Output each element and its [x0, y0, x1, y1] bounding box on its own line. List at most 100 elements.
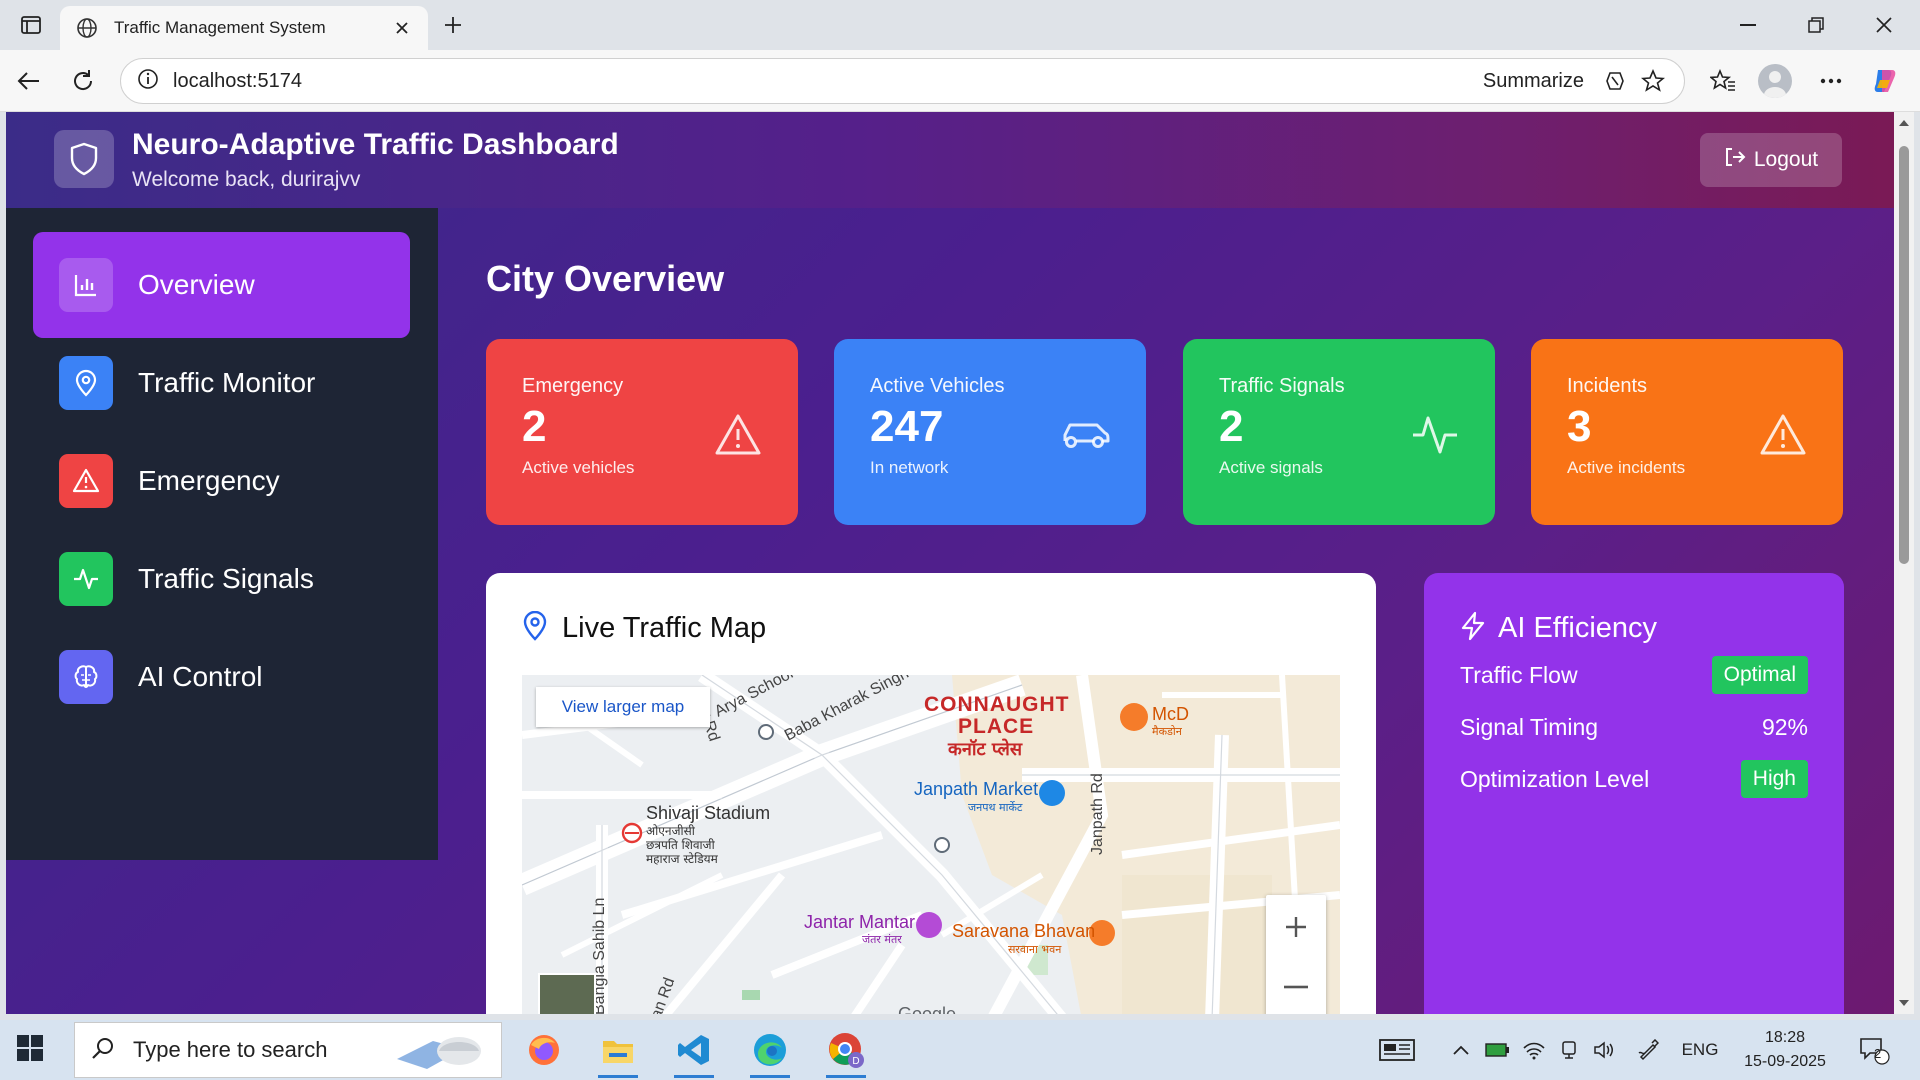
- map-header: Live Traffic Map: [522, 610, 767, 646]
- logout-icon: [1724, 146, 1746, 174]
- copilot-icon[interactable]: [1868, 64, 1902, 98]
- sidebar-item-ai-control[interactable]: AI Control: [33, 624, 410, 730]
- page-scrollbar[interactable]: [1894, 112, 1914, 1014]
- profile-avatar-icon[interactable]: [1758, 64, 1792, 98]
- ai-row-signal-timing: Signal Timing 92%: [1460, 707, 1808, 747]
- dashboard-page: Neuro-Adaptive Traffic Dashboard Welcome…: [6, 112, 1894, 1014]
- stat-card-traffic-signals[interactable]: Traffic Signals 2 Active signals: [1183, 339, 1495, 525]
- bar-chart-icon: [59, 258, 113, 312]
- stat-card-active-vehicles[interactable]: Active Vehicles 247 In network: [834, 339, 1146, 525]
- restore-icon[interactable]: [1796, 8, 1836, 42]
- map-label-janpath-rd: Janpath Rd: [1089, 773, 1106, 855]
- search-placeholder: Type here to search: [133, 1037, 328, 1062]
- vscode-icon[interactable]: [664, 1026, 724, 1078]
- scroll-up-icon[interactable]: [1898, 118, 1910, 128]
- browser-tab[interactable]: Traffic Management System: [60, 6, 428, 50]
- stat-subtext: In network: [870, 458, 949, 477]
- stat-label: Emergency: [522, 375, 624, 397]
- search-icon: [91, 1036, 115, 1065]
- window-close-icon[interactable]: [1864, 8, 1904, 42]
- embedded-map[interactable]: CONNAUGHT PLACE कनॉट प्लेस Janpath Marke…: [522, 675, 1340, 1014]
- refresh-icon[interactable]: [66, 64, 100, 98]
- more-menu-icon[interactable]: [1814, 64, 1848, 98]
- ai-row-label: Signal Timing: [1460, 713, 1599, 740]
- map-label-saravana-hi: सरवाना भवन: [1008, 943, 1062, 956]
- back-arrow-icon[interactable]: [12, 64, 46, 98]
- browser-tab-bar: Traffic Management System: [0, 0, 1920, 50]
- map-label-shivaji: Shivaji Stadium: [646, 803, 770, 823]
- battery-icon[interactable]: [1484, 1034, 1512, 1066]
- map-label-shivaji-hi1: ओएनजीसी: [646, 824, 696, 838]
- map-label-connaught-hi: कनॉट प्लेस: [947, 738, 1023, 760]
- satellite-toggle[interactable]: [538, 973, 596, 1014]
- sidebar-item-emergency[interactable]: Emergency: [33, 428, 410, 534]
- ai-row-optimization-level: Optimization Level High: [1460, 759, 1808, 799]
- minimize-icon[interactable]: [1728, 8, 1768, 42]
- display-icon[interactable]: [1556, 1034, 1584, 1066]
- site-info-icon[interactable]: [137, 68, 159, 95]
- chevron-up-icon[interactable]: [1448, 1034, 1474, 1066]
- view-larger-map-link[interactable]: View larger map: [536, 687, 710, 727]
- ai-row-traffic-flow: Traffic Flow Optimal: [1460, 655, 1808, 695]
- favorite-star-icon[interactable]: [1638, 66, 1668, 96]
- map-title: Live Traffic Map: [562, 612, 767, 644]
- car-icon: [1060, 409, 1112, 461]
- copilot-summarize-icon[interactable]: [1600, 66, 1630, 96]
- address-bar[interactable]: localhost:5174 Summarize: [120, 58, 1685, 104]
- svg-text:D: D: [852, 1056, 859, 1067]
- sidebar-item-label: AI Control: [138, 661, 263, 692]
- tab-actions-icon[interactable]: [16, 10, 46, 40]
- pen-icon[interactable]: [1634, 1034, 1662, 1066]
- language-indicator[interactable]: ENG: [1678, 1034, 1722, 1066]
- zoom-in-icon[interactable]: [1266, 897, 1326, 957]
- logout-button[interactable]: Logout: [1700, 133, 1842, 187]
- scroll-down-icon[interactable]: [1898, 998, 1910, 1008]
- stat-label: Incidents: [1567, 375, 1648, 397]
- welcome-text: Welcome back, durirajvv: [132, 168, 361, 191]
- ai-row-value: 92%: [1761, 713, 1808, 740]
- activity-icon: [1409, 409, 1461, 461]
- zoom-out-icon[interactable]: [1266, 957, 1326, 1014]
- news-widget-icon[interactable]: [1376, 1034, 1418, 1066]
- stat-card-emergency[interactable]: Emergency 2 Active vehicles: [486, 339, 798, 525]
- windows-start-icon[interactable]: [16, 1034, 48, 1066]
- taskbar-search[interactable]: Type here to search: [74, 1022, 502, 1078]
- scrollbar-thumb[interactable]: [1899, 146, 1909, 564]
- tab-title: Traffic Management System: [114, 18, 326, 37]
- edge-icon[interactable]: [740, 1026, 800, 1078]
- sidebar-item-traffic-monitor[interactable]: Traffic Monitor: [33, 330, 410, 436]
- firefox-icon[interactable]: [514, 1026, 574, 1074]
- url-text[interactable]: localhost:5174: [173, 70, 1483, 93]
- map-zoom-controls: [1266, 895, 1326, 1014]
- sidebar-item-traffic-signals[interactable]: Traffic Signals: [33, 526, 410, 632]
- close-tab-icon[interactable]: [390, 16, 414, 40]
- globe-icon: [74, 15, 100, 41]
- google-logo: Google: [898, 1004, 956, 1014]
- new-tab-icon[interactable]: [438, 10, 468, 40]
- live-traffic-map-card: Live Traffic Map CONNAUGHT PLACE कनॉट प्…: [486, 573, 1376, 1014]
- chrome-icon[interactable]: D: [816, 1026, 876, 1078]
- sidebar-item-label: Traffic Signals: [138, 563, 314, 594]
- stat-subtext: Active signals: [1219, 458, 1323, 477]
- app-header: Neuro-Adaptive Traffic Dashboard Welcome…: [6, 112, 1894, 208]
- shield-icon: [54, 130, 114, 188]
- map-pin-icon: [522, 610, 548, 646]
- wifi-icon[interactable]: [1520, 1034, 1548, 1066]
- system-clock[interactable]: 18:28 15-09-2025: [1740, 1026, 1830, 1074]
- notifications-icon[interactable]: 2: [1854, 1034, 1894, 1066]
- map-label-jantar-hi: जंतर मंतर: [862, 933, 902, 946]
- notification-count: 2: [1874, 1046, 1882, 1061]
- search-highlight-icon: [393, 1029, 489, 1078]
- stat-card-incidents[interactable]: Incidents 3 Active incidents: [1531, 339, 1843, 525]
- map-label-mcd-hi: मैकडोन: [1152, 725, 1183, 738]
- logout-label: Logout: [1753, 148, 1819, 171]
- language-label: ENG: [1681, 1040, 1719, 1059]
- favorites-icon[interactable]: [1706, 64, 1740, 98]
- sidebar-item-overview[interactable]: Overview: [33, 232, 410, 338]
- stat-label: Traffic Signals: [1219, 375, 1345, 397]
- volume-icon[interactable]: [1590, 1034, 1618, 1066]
- map-label-mcd: McD: [1152, 704, 1189, 724]
- file-explorer-icon[interactable]: [588, 1026, 648, 1078]
- summarize-button[interactable]: Summarize: [1483, 70, 1584, 93]
- map-label-shivaji-hi2: छत्रपति शिवाजी: [646, 838, 716, 852]
